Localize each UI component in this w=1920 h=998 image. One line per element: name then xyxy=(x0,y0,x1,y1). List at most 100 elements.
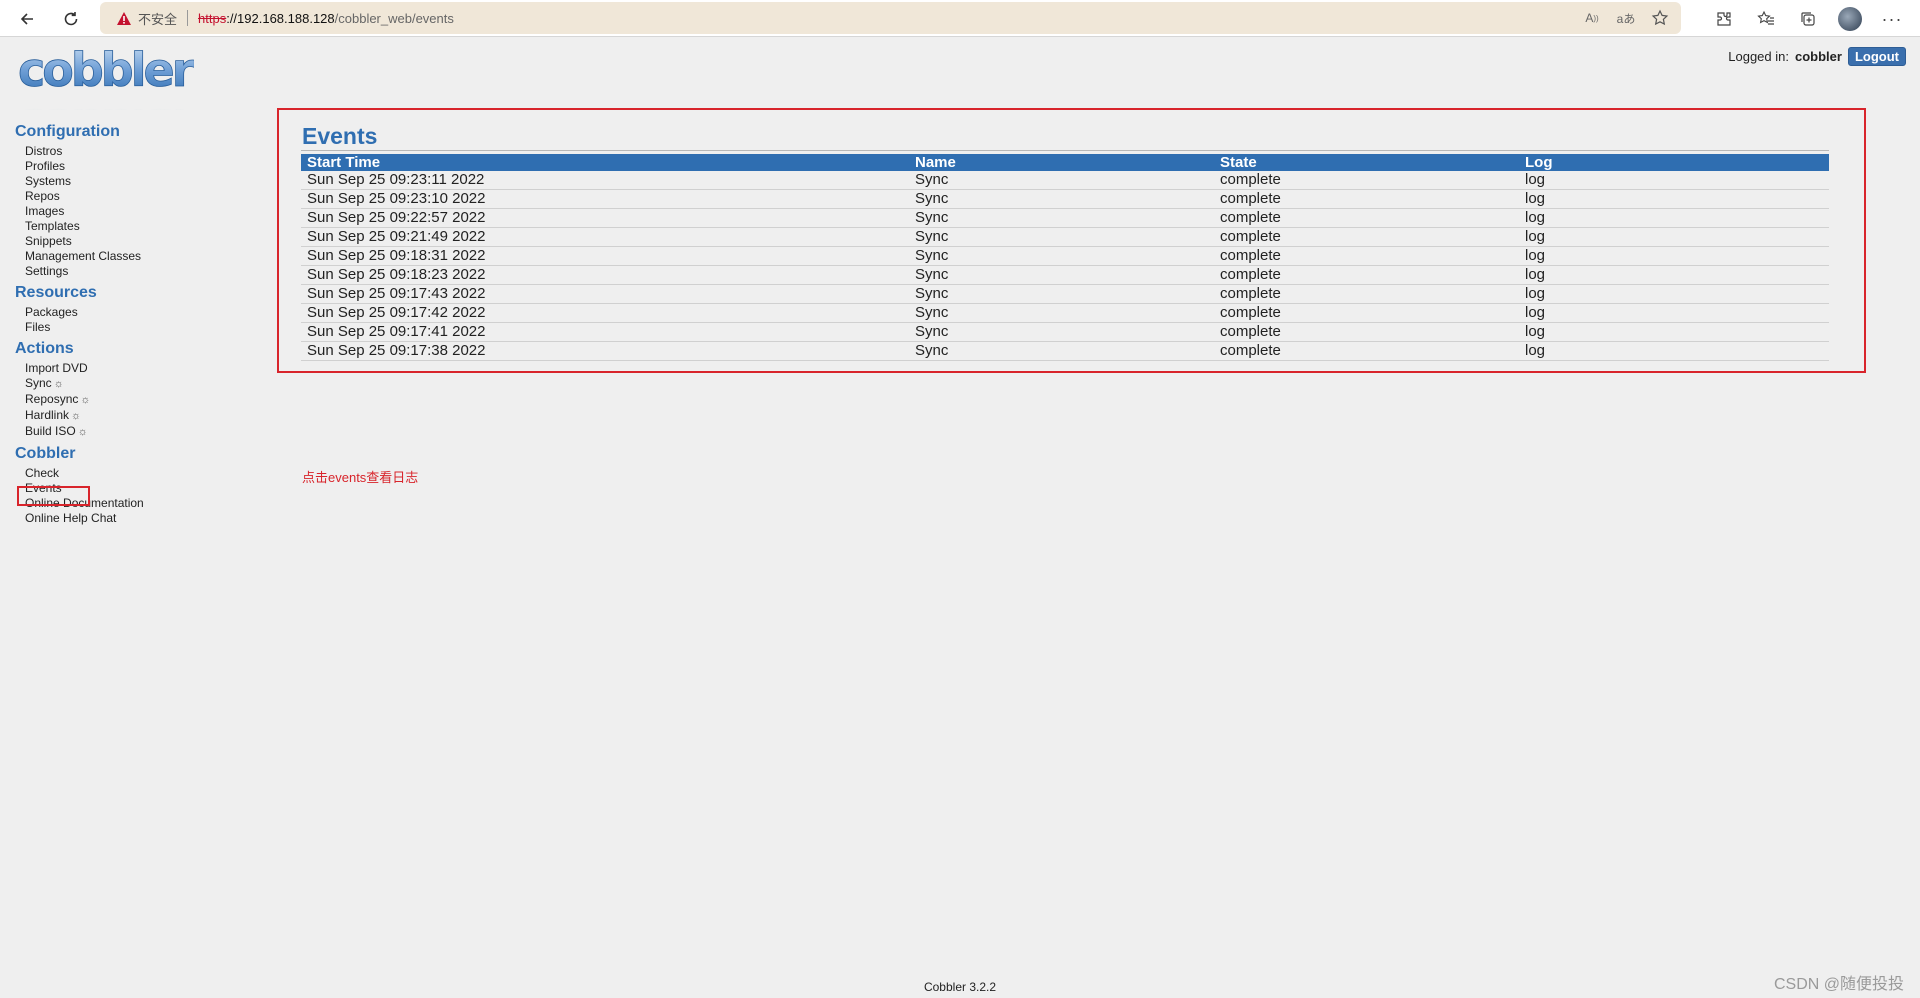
cell-name: Sync xyxy=(909,284,1214,304)
cell-start-time: Sun Sep 25 09:17:42 2022 xyxy=(301,303,909,323)
log-link[interactable]: log xyxy=(1519,208,1829,228)
log-link[interactable]: log xyxy=(1519,227,1829,247)
column-header-name[interactable]: Name xyxy=(909,154,1214,171)
log-link[interactable]: log xyxy=(1519,303,1829,323)
refresh-icon xyxy=(64,12,78,26)
log-link[interactable]: log xyxy=(1519,322,1829,342)
cell-start-time: Sun Sep 25 09:17:41 2022 xyxy=(301,322,909,342)
sidebar-item-settings[interactable]: Settings xyxy=(25,264,245,279)
favorite-star-icon[interactable] xyxy=(1649,8,1671,28)
gear-icon: ☼ xyxy=(77,426,88,438)
sidebar-item-label: Reposync xyxy=(25,392,79,406)
cell-start-time: Sun Sep 25 09:23:11 2022 xyxy=(301,171,909,190)
sidebar-section-actions: Actions Import DVD Sync ☼ Reposync ☼ Hardl… xyxy=(15,339,245,440)
log-link[interactable]: log xyxy=(1519,265,1829,285)
url-path: /cobbler_web/events xyxy=(334,10,454,26)
column-header-start-time[interactable]: Start Time xyxy=(301,154,909,171)
avatar-icon xyxy=(1838,7,1862,31)
page-title: Events xyxy=(302,123,378,149)
cell-state: complete xyxy=(1214,227,1519,247)
sidebar-item-profiles[interactable]: Profiles xyxy=(25,159,245,174)
sidebar-item-sync[interactable]: Sync ☼ xyxy=(25,376,245,392)
table-row: Sun Sep 25 09:18:23 2022 Sync complete l… xyxy=(301,265,1829,285)
log-link[interactable]: log xyxy=(1519,246,1829,266)
svg-text:cobbler: cobbler xyxy=(18,104,194,110)
extensions-icon[interactable] xyxy=(1710,5,1738,33)
sidebar-item-online-documentation[interactable]: Online Documentation xyxy=(25,496,245,511)
cell-state: complete xyxy=(1214,303,1519,323)
sidebar-item-templates[interactable]: Templates xyxy=(25,219,245,234)
annotation-note: 点击events查看日志 xyxy=(302,470,419,485)
sidebar-item-repos[interactable]: Repos xyxy=(25,189,245,204)
logo-icon: cobbler cobbler xyxy=(18,43,198,128)
cell-state: complete xyxy=(1214,208,1519,228)
sidebar-item-label: Build ISO xyxy=(25,424,76,438)
svg-text:cobbler: cobbler xyxy=(18,44,194,97)
sidebar-item-build-iso[interactable]: Build ISO ☼ xyxy=(25,424,245,440)
column-header-log[interactable]: Log xyxy=(1519,154,1829,171)
cell-name: Sync xyxy=(909,171,1214,190)
favorites-icon[interactable] xyxy=(1752,5,1780,33)
sidebar-item-events[interactable]: Events xyxy=(25,481,245,496)
refresh-button[interactable] xyxy=(58,6,84,32)
back-arrow-icon xyxy=(20,13,33,25)
log-link[interactable]: log xyxy=(1519,189,1829,209)
cell-state: complete xyxy=(1214,246,1519,266)
sidebar-section-resources: Resources Packages Files xyxy=(15,283,245,335)
sidebar-item-reposync[interactable]: Reposync ☼ xyxy=(25,392,245,408)
table-row: Sun Sep 25 09:17:42 2022 Sync complete l… xyxy=(301,303,1829,323)
profile-avatar[interactable] xyxy=(1836,5,1864,33)
cobbler-logo[interactable]: cobbler cobbler xyxy=(16,43,198,128)
collections-icon[interactable] xyxy=(1794,5,1822,33)
table-row: Sun Sep 25 09:21:49 2022 Sync complete l… xyxy=(301,227,1829,247)
username: cobbler xyxy=(1794,49,1842,64)
watermark: CSDN @随便投投 xyxy=(1773,976,1904,993)
cell-state: complete xyxy=(1214,284,1519,304)
sidebar-section-cobbler: Cobbler Check Events Online Documentatio… xyxy=(15,444,245,526)
sidebar-item-hardlink[interactable]: Hardlink ☼ xyxy=(25,408,245,424)
url-scheme: https xyxy=(198,10,227,26)
cell-name: Sync xyxy=(909,189,1214,209)
sidebar-item-import-dvd[interactable]: Import DVD xyxy=(25,361,245,376)
sidebar-item-label: Hardlink xyxy=(25,408,70,422)
sidebar-item-snippets[interactable]: Snippets xyxy=(25,234,245,249)
cell-start-time: Sun Sep 25 09:17:38 2022 xyxy=(301,341,909,361)
sidebar-item-distros[interactable]: Distros xyxy=(25,144,245,159)
gear-icon: ☼ xyxy=(80,394,91,406)
sidebar-item-online-help-chat[interactable]: Online Help Chat xyxy=(25,511,245,526)
title-divider xyxy=(301,150,1829,151)
sidebar-nav: Configuration Distros Profiles Systems R… xyxy=(15,122,245,530)
column-header-state[interactable]: State xyxy=(1214,154,1519,171)
more-options-icon[interactable]: ··· xyxy=(1878,5,1906,33)
browser-toolbar: 不安全 https://192.168.188.128/cobbler_web/… xyxy=(0,0,1920,37)
cell-state: complete xyxy=(1214,265,1519,285)
cell-name: Sync xyxy=(909,246,1214,266)
sidebar-item-check[interactable]: Check xyxy=(25,466,245,481)
sidebar-heading: Cobbler xyxy=(15,445,76,462)
translate-icon[interactable]: aあ xyxy=(1615,8,1637,28)
read-aloud-icon[interactable]: A)) xyxy=(1581,8,1603,28)
sidebar-item-files[interactable]: Files xyxy=(25,320,245,335)
table-row: Sun Sep 25 09:17:43 2022 Sync complete l… xyxy=(301,284,1829,304)
sidebar-item-systems[interactable]: Systems xyxy=(25,174,245,189)
table-header-row: Start Time Name State Log xyxy=(301,154,1829,171)
logged-in-label: Logged in: xyxy=(1728,49,1789,64)
sidebar-item-management-classes[interactable]: Management Classes xyxy=(25,249,245,264)
back-button[interactable] xyxy=(14,6,40,32)
insecure-label[interactable]: 不安全 xyxy=(138,9,177,28)
sidebar-item-packages[interactable]: Packages xyxy=(25,305,245,320)
cell-name: Sync xyxy=(909,208,1214,228)
cell-name: Sync xyxy=(909,303,1214,323)
log-link[interactable]: log xyxy=(1519,171,1829,190)
logout-button[interactable]: Logout xyxy=(1847,47,1906,66)
cell-start-time: Sun Sep 25 09:21:49 2022 xyxy=(301,227,909,247)
sidebar-item-label: Sync xyxy=(25,376,52,390)
warning-icon[interactable] xyxy=(116,11,132,26)
cell-state: complete xyxy=(1214,189,1519,209)
cell-name: Sync xyxy=(909,265,1214,285)
table-row: Sun Sep 25 09:17:41 2022 Sync complete l… xyxy=(301,322,1829,342)
sidebar-item-images[interactable]: Images xyxy=(25,204,245,219)
address-bar[interactable]: 不安全 https://192.168.188.128/cobbler_web/… xyxy=(100,2,1681,34)
log-link[interactable]: log xyxy=(1519,284,1829,304)
log-link[interactable]: log xyxy=(1519,341,1829,361)
